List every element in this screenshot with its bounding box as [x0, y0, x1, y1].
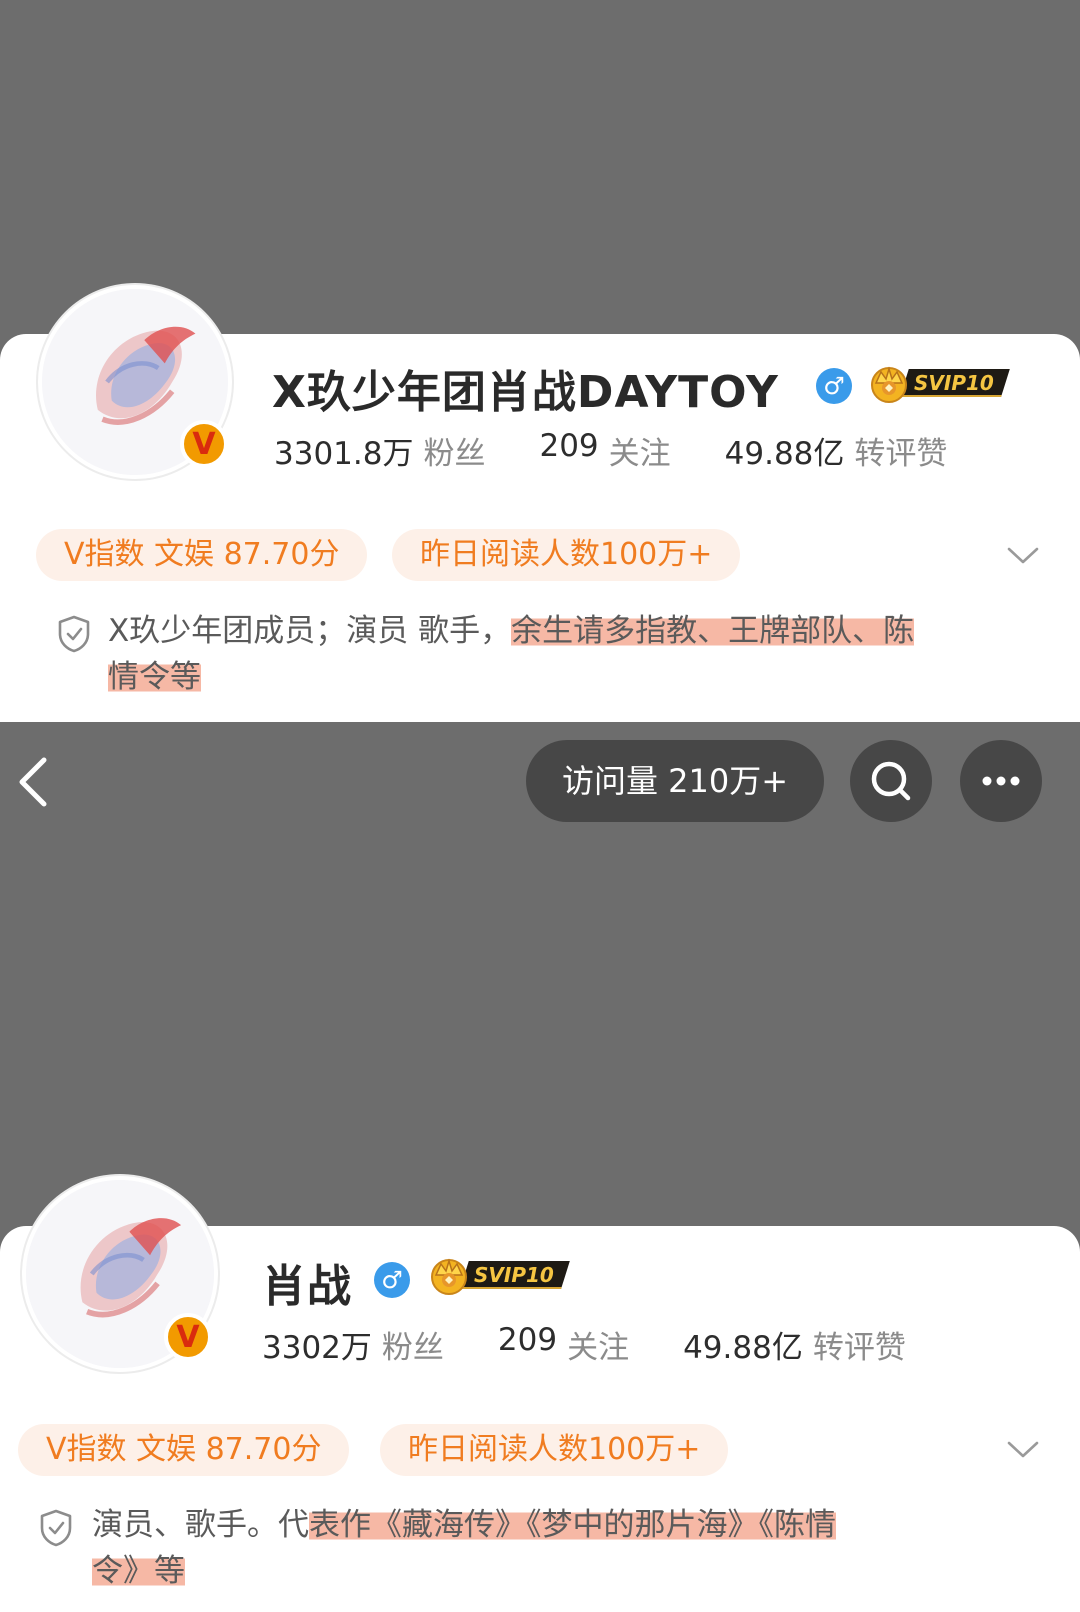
daily-readers-pill[interactable]: 昨日阅读人数100万+: [392, 529, 741, 581]
profile-name: X玖少年团肖战DAYTOY: [272, 367, 779, 418]
verified-v-icon: V: [164, 1313, 212, 1361]
bio-highlight: 令》等: [92, 1553, 185, 1589]
crown-icon: [426, 1255, 472, 1295]
stat-value: 3301.8万: [274, 436, 414, 472]
stat-value: 49.88亿: [683, 1330, 803, 1366]
search-icon: [871, 761, 911, 801]
svip-label: SVIP10: [900, 369, 1010, 397]
shield-check-icon: [56, 614, 92, 654]
stat-value: 209: [497, 1322, 558, 1358]
stat-label: 粉丝: [423, 436, 486, 472]
verified-v-icon: V: [180, 420, 228, 468]
bio-line-1: X玖少年团成员；演员 歌手，余生请多指教、王牌部队、陈: [108, 608, 915, 654]
bio-highlight: 表作《藏海传》《梦中的那片海》《陈情: [309, 1507, 836, 1543]
likes-stat[interactable]: 49.88亿 转评赞: [683, 1322, 906, 1367]
profile-stats: 3302万 粉丝 209 关注 49.88亿 转评赞: [262, 1322, 960, 1367]
stat-value: 3302万: [262, 1330, 372, 1366]
followers-stat[interactable]: 3302万 粉丝: [262, 1322, 444, 1367]
chevron-down-icon[interactable]: [1006, 546, 1040, 566]
male-gender-icon: ♂: [374, 1262, 410, 1298]
back-arrow-icon[interactable]: [14, 754, 54, 810]
svip-badge[interactable]: SVIP10: [866, 363, 1016, 403]
bio-text: X玖少年团成员；演员 歌手，: [108, 613, 512, 649]
stat-label: 关注: [608, 436, 671, 472]
daily-readers-pill[interactable]: 昨日阅读人数100万+: [380, 1424, 729, 1476]
crown-icon: [866, 363, 912, 403]
following-stat[interactable]: 209 关注: [539, 428, 670, 473]
stat-label: 关注: [567, 1330, 630, 1366]
svip-badge[interactable]: SVIP10: [426, 1255, 576, 1295]
bio-text: 演员、歌手。代: [92, 1507, 309, 1543]
more-button[interactable]: [960, 740, 1042, 822]
likes-stat[interactable]: 49.88亿 转评赞: [725, 428, 948, 473]
more-icon: [982, 776, 1020, 786]
v-index-pill[interactable]: V指数 文娱 87.70分: [18, 1424, 350, 1476]
stat-label: 转评赞: [854, 436, 948, 472]
search-button[interactable]: [850, 740, 932, 822]
followers-stat[interactable]: 3301.8万 粉丝: [274, 428, 485, 473]
stat-label: 转评赞: [812, 1330, 906, 1366]
bio-line-1: 演员、歌手。代表作《藏海传》《梦中的那片海》《陈情: [92, 1502, 836, 1548]
stat-value: 49.88亿: [724, 436, 845, 472]
v-index-pill[interactable]: V指数 文娱 87.70分: [36, 529, 368, 581]
stat-value: 209: [539, 428, 599, 464]
svip-label: SVIP10: [460, 1261, 570, 1289]
bio-highlight: 情令等: [108, 659, 201, 695]
shield-check-icon: [38, 1508, 74, 1548]
male-gender-icon: ♂: [816, 368, 852, 404]
chevron-down-icon[interactable]: [1006, 1440, 1040, 1460]
profile-name: 肖战: [262, 1261, 352, 1312]
visits-counter[interactable]: 访问量 210万+: [526, 740, 824, 822]
bio-highlight: 余生请多指教、王牌部队、陈: [511, 613, 915, 649]
bio-line-2: 情令等: [108, 654, 201, 700]
stat-label: 粉丝: [381, 1330, 444, 1366]
following-stat[interactable]: 209 关注: [498, 1322, 629, 1367]
bio-line-2: 令》等: [92, 1548, 185, 1594]
profile-stats: 3301.8万 粉丝 209 关注 49.88亿 转评赞: [274, 428, 1001, 473]
